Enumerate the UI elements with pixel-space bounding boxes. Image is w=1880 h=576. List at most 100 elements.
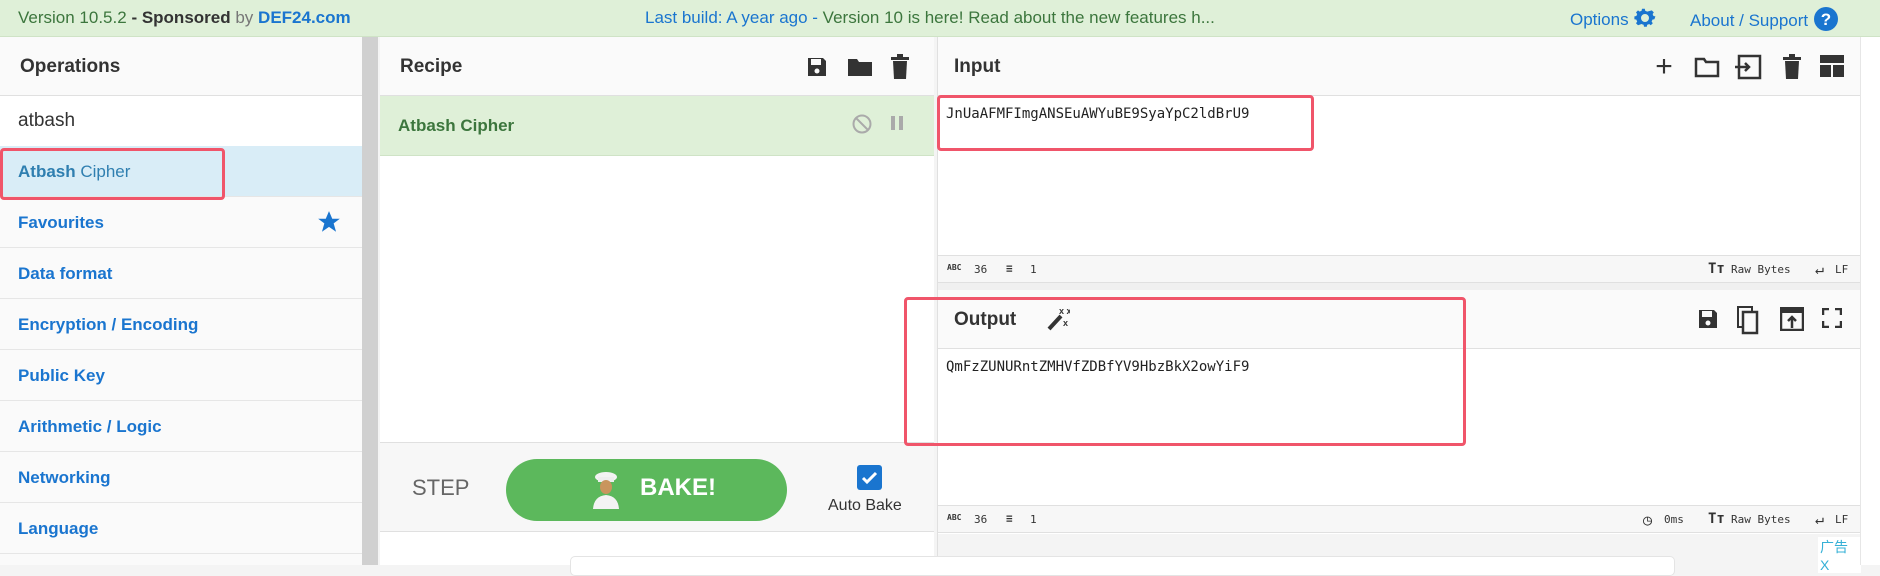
release-notes-link[interactable]: Version 10 is here! Read about the new f… [823, 8, 1215, 27]
output-char-count: 36 [974, 513, 988, 526]
sponsor-link[interactable]: DEF24.com [258, 8, 351, 27]
recipe-header: Recipe [380, 37, 934, 96]
layout-icon[interactable] [1820, 55, 1844, 83]
build-label: Last build: A year ago - [645, 8, 823, 27]
input-status-bar: ABC 36 ≡ 1 Tт Raw Bytes ↵ LF [938, 255, 1861, 283]
result-rest: Cipher [75, 162, 131, 181]
ad-close-button[interactable]: X [1820, 557, 1829, 573]
output-line-count: 1 [1030, 513, 1037, 526]
output-header: Output x x x [938, 290, 1861, 349]
bake-controls: STEP BAKE! Auto Bake [380, 442, 934, 532]
category-language[interactable]: Language [0, 503, 362, 554]
input-title: Input [954, 56, 1001, 77]
operations-search-input[interactable] [0, 96, 362, 146]
svg-text:x x: x x [1059, 306, 1070, 316]
magic-wand-icon[interactable]: x x x [1046, 306, 1072, 338]
input-output-panel: Input + JnUaAFMFImgANSEuAWYuBE9SyaYpC2ld… [937, 37, 1861, 573]
step-button[interactable]: STEP [412, 475, 469, 501]
version-info: Version 10.5.2 - Sponsored by DEF24.com [18, 8, 351, 28]
category-label: Language [18, 519, 99, 538]
options-label: Options [1570, 9, 1629, 29]
result-bold: Atbash [18, 162, 76, 181]
eol-icon: ↵ [1815, 510, 1825, 528]
category-public-key[interactable]: Public Key [0, 350, 362, 401]
page-scrollbar[interactable] [1860, 37, 1880, 565]
output-encoding-button[interactable]: Raw Bytes [1731, 513, 1791, 526]
text-encoding-icon: Tт [1708, 261, 1725, 277]
build-notice: Last build: A year ago - Version 10 is h… [645, 8, 1215, 28]
recipe-operation-atbash-cipher[interactable]: Atbash Cipher [380, 96, 934, 156]
save-recipe-icon[interactable] [805, 55, 829, 85]
bake-button[interactable]: BAKE! [506, 459, 787, 521]
help-icon: ? [1813, 6, 1839, 37]
star-icon [316, 209, 342, 240]
ad-card [570, 556, 1675, 576]
category-label: Encryption / Encoding [18, 315, 199, 334]
category-label: Data format [18, 264, 113, 283]
output-eol-button[interactable]: LF [1835, 513, 1848, 526]
output-status-bar: ABC 36 ≡ 1 ◷ 0ms Tт Raw Bytes ↵ LF [938, 505, 1861, 533]
by-label: by [235, 8, 254, 27]
category-label: Networking [18, 468, 111, 487]
auto-bake-label: Auto Bake [828, 497, 902, 514]
version-label: Version 10.5.2 [18, 8, 127, 27]
maximise-output-icon[interactable] [1821, 307, 1843, 334]
copy-output-icon[interactable] [1736, 305, 1760, 341]
breakpoint-pause-icon[interactable] [890, 115, 904, 136]
clear-input-trash-icon[interactable] [1782, 54, 1802, 86]
category-label: Public Key [18, 366, 105, 385]
category-label: Arithmetic / Logic [18, 417, 162, 436]
options-button[interactable]: Options [1570, 6, 1657, 35]
category-networking[interactable]: Networking [0, 452, 362, 503]
ad-label[interactable]: 广告 X [1818, 537, 1861, 573]
gear-icon [1633, 6, 1657, 35]
line-count-icon: ≡ [1006, 262, 1013, 275]
text-encoding-icon: Tт [1708, 511, 1725, 527]
clock-icon: ◷ [1643, 511, 1653, 529]
save-output-icon[interactable] [1696, 307, 1720, 337]
recipe-panel: Recipe Atbash Cipher STEP BAKE! Auto Bak… [380, 37, 934, 565]
replace-input-with-output-icon[interactable] [1779, 306, 1805, 337]
input-header: Input + [938, 37, 1861, 96]
chef-icon [590, 471, 622, 514]
operations-header: Operations [0, 37, 362, 96]
input-line-count: 1 [1030, 263, 1037, 276]
panel-resize-handle[interactable] [362, 37, 378, 565]
line-count-icon: ≡ [1006, 512, 1013, 525]
eol-icon: ↵ [1815, 260, 1825, 278]
svg-text:?: ? [1821, 10, 1831, 29]
svg-text:x: x [1063, 318, 1068, 328]
sponsored-label: - Sponsored [131, 8, 231, 27]
recipe-title: Recipe [400, 56, 463, 77]
char-count-icon: ABC [947, 263, 962, 272]
input-textarea[interactable]: JnUaAFMFImgANSEuAWYuBE9SyaYpC2ldBrU9 [946, 106, 1249, 122]
operations-panel: Operations Atbash Cipher Favourites Data… [0, 37, 362, 565]
recipe-operation-name: Atbash Cipher [398, 116, 515, 135]
operations-title: Operations [20, 56, 121, 77]
category-favourites[interactable]: Favourites [0, 197, 362, 248]
bake-label: BAKE! [640, 474, 716, 501]
input-encoding-button[interactable]: Raw Bytes [1731, 263, 1791, 276]
input-eol-button[interactable]: LF [1835, 263, 1848, 276]
add-tab-plus-icon[interactable]: + [1652, 52, 1676, 82]
search-result-atbash-cipher[interactable]: Atbash Cipher [0, 146, 362, 197]
disable-operation-icon[interactable] [851, 113, 873, 140]
top-bar: Version 10.5.2 - Sponsored by DEF24.com … [0, 0, 1880, 37]
output-title: Output [954, 309, 1017, 330]
load-recipe-folder-icon[interactable] [847, 55, 873, 85]
ad-text: 广告 [1820, 539, 1848, 555]
open-file-input-icon[interactable] [1734, 54, 1762, 86]
category-encryption-encoding[interactable]: Encryption / Encoding [0, 299, 362, 350]
char-count-icon: ABC [947, 513, 962, 522]
auto-bake-checkbox[interactable] [857, 465, 882, 490]
about-support-button[interactable]: About / Support ? [1690, 6, 1839, 37]
clear-recipe-trash-icon[interactable] [890, 54, 910, 86]
input-char-count: 36 [974, 263, 988, 276]
bake-time: 0ms [1664, 513, 1684, 526]
open-folder-icon[interactable] [1694, 55, 1720, 85]
category-label: Favourites [18, 213, 104, 232]
category-data-format[interactable]: Data format [0, 248, 362, 299]
output-text[interactable]: QmFzZUNURntZMHVfZDBfYV9HbzBkX2owYiF9 [946, 359, 1249, 375]
about-label: About / Support [1690, 10, 1809, 30]
category-arithmetic-logic[interactable]: Arithmetic / Logic [0, 401, 362, 452]
